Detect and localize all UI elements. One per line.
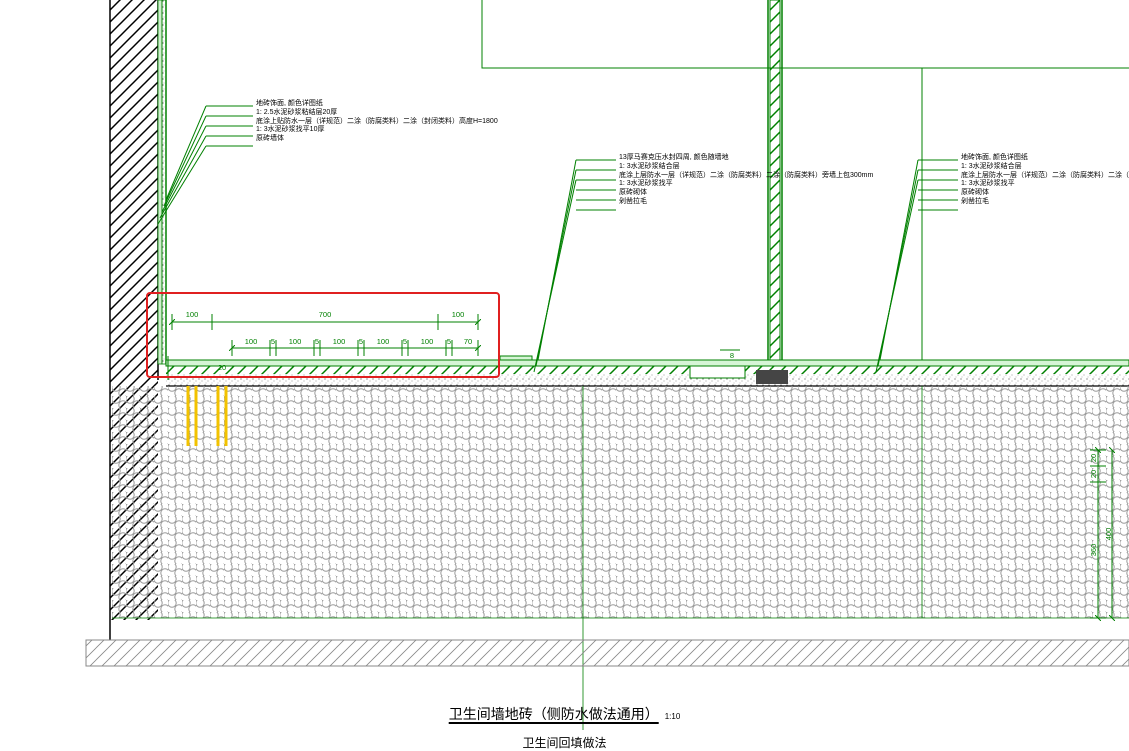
ann-floor-l3: 底涂上层防水一层（详规范）二涂（防腐类料）二涂（封闭类料）旁墙上包300mm	[961, 172, 1129, 181]
annotation-shower: 13厚马赛克压水封四周, 颜色随墙地 1: 3水泥砂浆结合层 底涂上层防水一层（…	[619, 154, 873, 207]
infill	[112, 386, 1129, 618]
highlight-box	[146, 292, 500, 378]
ann-wall-leaders	[158, 106, 253, 224]
ann-shower-l2: 1: 3水泥砂浆结合层	[619, 163, 873, 172]
dim-seg-5c: 5	[359, 337, 363, 346]
dim-seg-5e: 5	[447, 337, 451, 346]
ann-floor-l5: 原砖砌体	[961, 189, 1129, 198]
dim-gap-8: 8	[730, 351, 734, 360]
ann-shower-l4: 1: 3水泥砂浆找平	[619, 180, 873, 189]
annotation-floor: 地砖饰面, 颜色详图纸 1: 3水泥砂浆结合层 底涂上层防水一层（详规范）二涂（…	[961, 154, 1129, 207]
ann-floor-l6: 剁凿拉毛	[961, 198, 1129, 207]
dim-seg-100e: 100	[421, 337, 434, 346]
ann-shower-leaders	[534, 160, 616, 372]
dim-20: 20	[218, 363, 226, 372]
dim-r360: 360	[1089, 544, 1098, 557]
ann-wall-l4: 1: 3水泥砂浆找平10厚	[256, 126, 498, 135]
drawing-title: 卫生间墙地砖（侧防水做法通用）	[449, 706, 659, 722]
ann-wall-l5: 原砖墙体	[256, 135, 498, 144]
dim-r20b: 20	[1089, 470, 1098, 478]
dim-r400: 400	[1104, 528, 1113, 541]
dim-seg-100a: 100	[245, 337, 258, 346]
ann-floor-l1: 地砖饰面, 颜色详图纸	[961, 154, 1129, 163]
dim-top-right: 100	[452, 310, 465, 319]
ann-floor-leaders	[876, 160, 958, 372]
dim-seg-100d: 100	[377, 337, 390, 346]
ann-floor-l4: 1: 3水泥砂浆找平	[961, 180, 1129, 189]
dim-top-left: 100	[186, 310, 199, 319]
ann-shower-l5: 原砖砌体	[619, 189, 873, 198]
ann-wall-l1: 地砖饰面, 颜色详图纸	[256, 100, 498, 109]
dim-r20a: 20	[1089, 454, 1098, 462]
ann-shower-l6: 剁凿拉毛	[619, 198, 873, 207]
dim-seg-70: 70	[464, 337, 472, 346]
dim-seg-5a: 5	[271, 337, 275, 346]
annotation-wall: 地砖饰面, 颜色详图纸 1: 2.5水泥砂浆粘结层20厚 底涂上贴防水一层（详规…	[256, 100, 498, 144]
dim-seg-100b: 100	[289, 337, 302, 346]
ann-shower-l1: 13厚马赛克压水封四周, 颜色随墙地	[619, 154, 873, 163]
soil-band	[86, 640, 1129, 666]
ann-floor-l2: 1: 3水泥砂浆结合层	[961, 163, 1129, 172]
dim-seg-100c: 100	[333, 337, 346, 346]
ann-shower-l3: 底涂上层防水一层（详规范）二涂（防腐类料）二涂（防腐类料）旁墙上包300mm	[619, 172, 873, 181]
dim-seg-5b: 5	[315, 337, 319, 346]
dim-seg-5d: 5	[403, 337, 407, 346]
drawing-scale: 1:10	[665, 712, 681, 721]
drawing-subtitle: 卫生间回填做法	[449, 734, 681, 751]
ann-wall-l2: 1: 2.5水泥砂浆粘结层20厚	[256, 109, 498, 118]
drawing-title-block: 卫生间墙地砖（侧防水做法通用） 1:10 卫生间回填做法	[449, 704, 681, 751]
ann-wall-l3: 底涂上贴防水一层（详规范）二涂（防腐类料）二涂（封闭类料）高度H=1800	[256, 118, 498, 127]
dim-top-mid: 700	[319, 310, 332, 319]
